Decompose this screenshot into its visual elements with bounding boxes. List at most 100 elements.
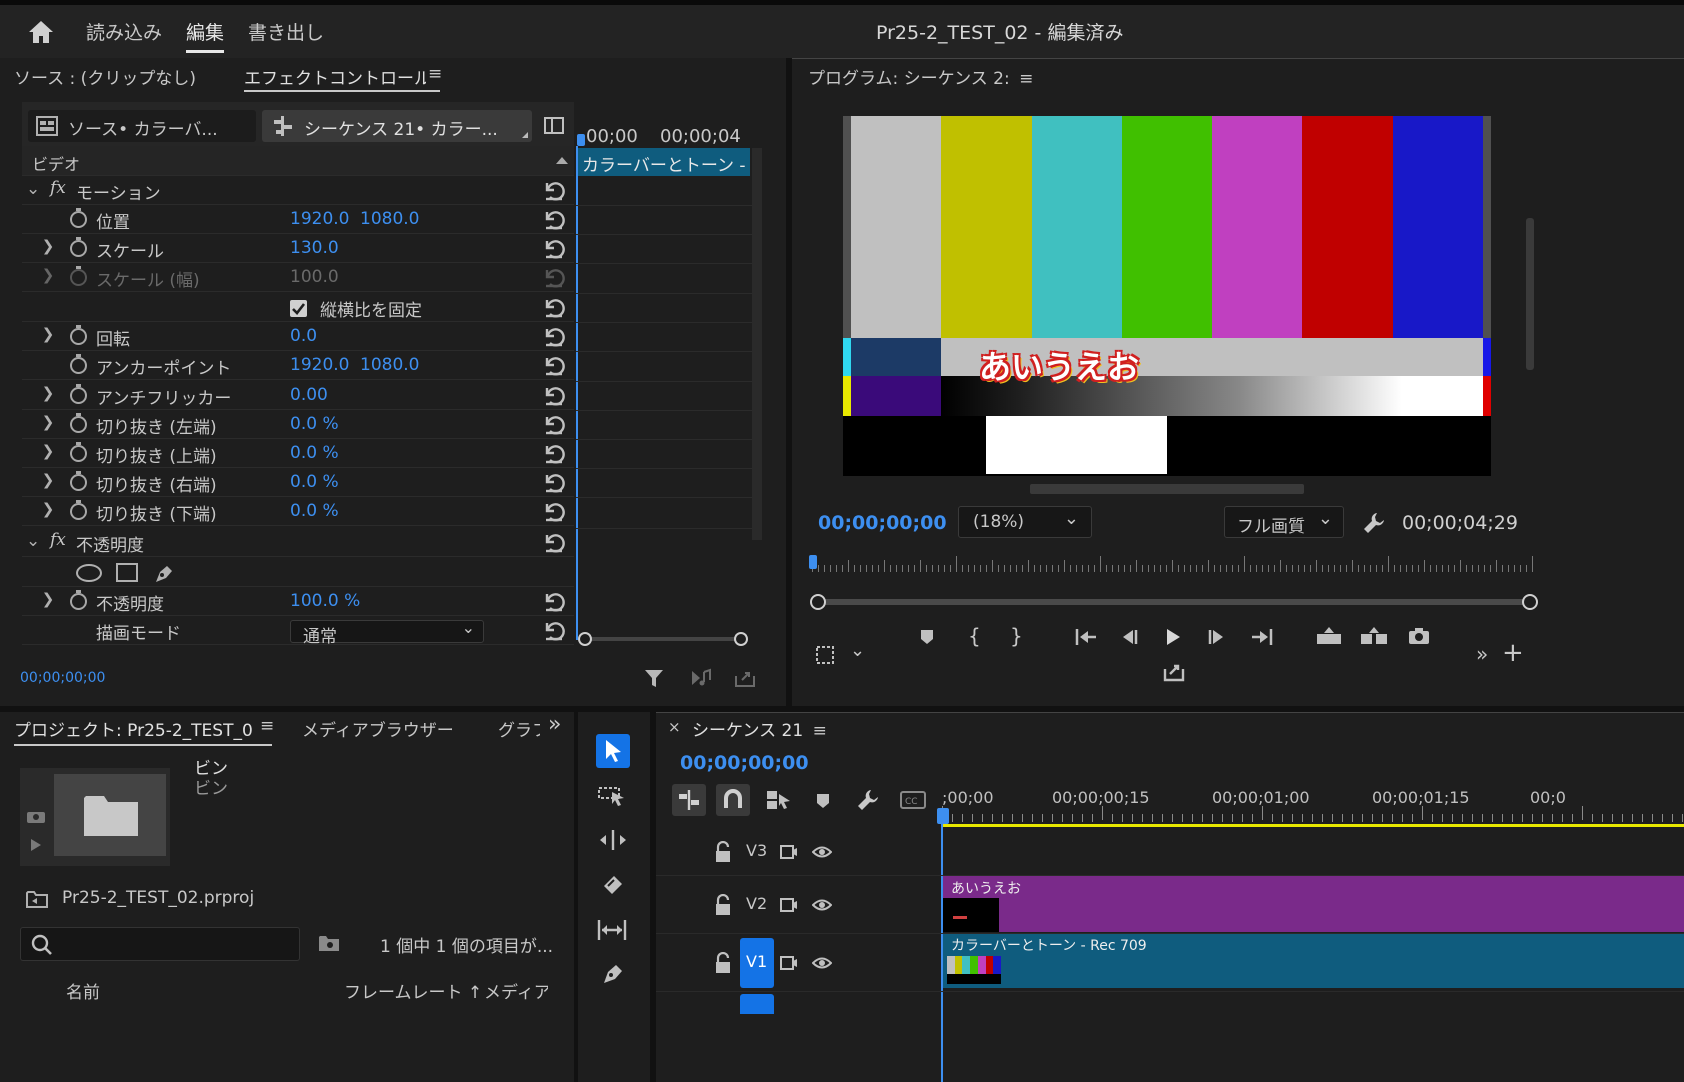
effect-value-1[interactable]: 0.00 — [290, 385, 328, 405]
sequence-clip-selector[interactable]: シーケンス 21• カラー... — [262, 110, 532, 142]
program-playhead-marker[interactable] — [809, 555, 817, 569]
chevron-right-icon[interactable]: ❯ — [40, 384, 56, 402]
zoom-handle-left[interactable] — [578, 632, 592, 646]
selection-tool-button[interactable] — [596, 734, 630, 768]
effect-value-2[interactable]: 1080.0 — [360, 355, 419, 375]
program-monitor-title[interactable]: プログラム: シーケンス 2: ≡ — [808, 64, 1033, 89]
mark-in-icon[interactable]: { — [968, 624, 981, 648]
bin-thumbnail[interactable] — [20, 768, 170, 866]
razor-tool-icon[interactable] — [600, 872, 626, 898]
chevron-right-icon[interactable]: ❯ — [40, 266, 56, 284]
program-time-ruler[interactable] — [812, 552, 1536, 576]
collapse-up-icon[interactable] — [556, 157, 568, 164]
captions-icon[interactable]: CC — [900, 790, 926, 810]
timeline-timecode[interactable]: 00;00;00;00 — [680, 752, 809, 774]
ellipse-mask-icon[interactable] — [76, 564, 102, 582]
work-area-bar[interactable] — [942, 824, 1684, 827]
slip-tool-icon[interactable] — [596, 918, 628, 942]
tab-media-browser[interactable]: メディアブラウザー — [302, 716, 454, 741]
tab-graphics[interactable]: グラフ — [498, 716, 540, 741]
column-header-name[interactable]: 名前 — [66, 978, 100, 1003]
timeline-title[interactable]: シーケンス 21 ≡ — [692, 716, 827, 741]
step-forward-icon[interactable] — [1206, 627, 1226, 647]
mini-clip-bar[interactable]: カラーバーとトーン - R — [578, 148, 750, 176]
panel-menu-icon[interactable]: ≡ — [258, 716, 275, 736]
timeline-playhead-marker[interactable] — [937, 808, 949, 824]
zoom-select[interactable]: (18%) ⌄ — [958, 506, 1092, 538]
reset-icon[interactable] — [542, 531, 566, 553]
stopwatch-icon[interactable] — [70, 354, 87, 374]
rectangle-mask-icon[interactable] — [116, 563, 138, 582]
eye-icon[interactable] — [812, 897, 832, 913]
reset-icon[interactable] — [542, 590, 566, 612]
tab-project[interactable]: プロジェクト: Pr25-2_TEST_0 — [14, 716, 272, 746]
reset-icon[interactable] — [542, 266, 566, 288]
safe-margins-icon[interactable] — [814, 644, 836, 666]
stopwatch-icon[interactable] — [70, 442, 87, 462]
chevron-right-icon[interactable]: ❯ — [40, 471, 56, 489]
lift-icon[interactable] — [1316, 626, 1342, 646]
sync-lock-icon[interactable] — [780, 843, 798, 861]
program-video-frame[interactable]: あいうえお — [843, 116, 1491, 476]
effect-controls-timecode[interactable]: 00;00;00;00 — [20, 670, 105, 686]
reset-icon[interactable] — [542, 413, 566, 435]
opacity-value[interactable]: 100.0 % — [290, 591, 360, 611]
reset-icon[interactable] — [542, 237, 566, 259]
reset-icon[interactable] — [542, 179, 566, 201]
play-audio-icon[interactable] — [690, 668, 712, 688]
reset-icon[interactable] — [542, 384, 566, 406]
wrench-icon[interactable] — [1362, 511, 1386, 535]
close-icon[interactable]: × — [668, 718, 681, 736]
chevron-down-icon[interactable]: ⌄ — [26, 531, 40, 551]
lock-icon[interactable] — [714, 952, 732, 974]
lock-icon[interactable] — [714, 841, 732, 863]
project-search-input[interactable] — [20, 927, 300, 961]
reset-icon[interactable] — [542, 296, 566, 318]
chevron-right-icon[interactable]: ❯ — [40, 500, 56, 518]
effect-value-1[interactable]: 0.0 % — [290, 472, 339, 492]
tab-import[interactable]: 読み込み — [86, 18, 162, 45]
effect-value-1[interactable]: 0.0 % — [290, 443, 339, 463]
program-scroll-vertical[interactable] — [1526, 218, 1534, 370]
mini-timeline-scroll[interactable] — [752, 148, 762, 540]
sync-lock-icon[interactable] — [780, 954, 798, 972]
timeline-settings-wrench-icon[interactable] — [856, 788, 880, 812]
add-button-icon[interactable]: + — [1502, 638, 1524, 668]
uniform-scale-checkbox[interactable] — [290, 300, 307, 317]
zoom-handle-left[interactable] — [810, 594, 826, 610]
more-tabs-icon[interactable]: » — [548, 712, 561, 737]
track-name[interactable]: V2 — [746, 894, 767, 913]
stopwatch-icon[interactable] — [70, 325, 87, 345]
effect-value-1[interactable]: 0.0 % — [290, 414, 339, 434]
eye-icon[interactable] — [812, 844, 832, 860]
effect-value-1[interactable]: 100.0 — [290, 267, 339, 287]
mark-out-icon[interactable]: } — [1010, 624, 1023, 648]
reset-icon[interactable] — [542, 354, 566, 376]
toggle-timeline-icon[interactable] — [544, 117, 564, 134]
export-frame-icon[interactable] — [734, 668, 756, 688]
filter-icon[interactable] — [644, 668, 664, 688]
zoom-handle-right[interactable] — [734, 632, 748, 646]
reset-icon[interactable] — [542, 471, 566, 493]
blend-mode-select[interactable]: 通常 ⌄ — [290, 618, 484, 647]
opacity-effect-header[interactable]: ⌄ fx 不透明度 — [22, 528, 574, 557]
stopwatch-icon[interactable] — [70, 237, 87, 257]
stopwatch-icon[interactable] — [70, 266, 87, 286]
track-name[interactable]: V3 — [746, 841, 767, 860]
export-icon[interactable] — [1162, 660, 1186, 682]
chevron-down-icon[interactable]: ⌄ — [850, 640, 865, 661]
tab-export[interactable]: 書き出し — [248, 18, 324, 45]
stopwatch-icon[interactable] — [70, 413, 87, 433]
panel-menu-icon[interactable]: ≡ — [426, 64, 443, 84]
mini-zoom-scrollbar[interactable] — [578, 632, 748, 646]
track-select-tool-icon[interactable] — [598, 784, 628, 810]
program-scroll-horizontal[interactable] — [1030, 484, 1304, 494]
lock-icon[interactable] — [714, 894, 732, 916]
fx-icon[interactable]: fx — [50, 178, 66, 198]
column-header-framerate[interactable]: フレームレート ↑ — [344, 978, 482, 1003]
timeline-clip-v1[interactable]: カラーバーとトーン - Rec 709 — [943, 934, 1684, 988]
step-back-icon[interactable] — [1120, 627, 1140, 647]
chevron-right-icon[interactable]: ❯ — [40, 237, 56, 255]
fx-icon[interactable]: fx — [50, 530, 66, 550]
insert-nest-button[interactable] — [672, 784, 706, 816]
